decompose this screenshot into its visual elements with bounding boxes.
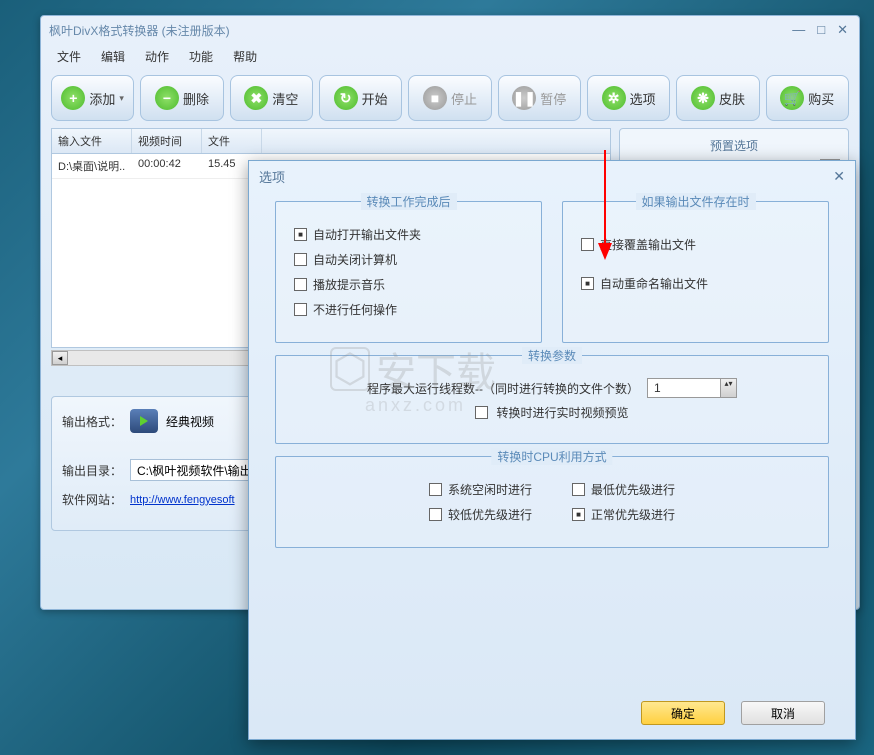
cb-realtime-preview[interactable]: [475, 406, 488, 419]
buy-button[interactable]: 🛒购买: [766, 75, 849, 121]
options-dialog: 选项 ✕ 转换工作完成后 自动打开输出文件夹 自动关闭计算机 播放提示音乐 不进…: [248, 160, 856, 740]
dialog-title: 选项: [259, 167, 285, 186]
titlebar: 枫叶DivX格式转换器 (未注册版本) — □ ✕: [41, 16, 859, 44]
refresh-icon: ↻: [334, 86, 358, 110]
ok-button[interactable]: 确定: [641, 701, 725, 725]
cb-cpu-lowest[interactable]: [572, 483, 585, 496]
cancel-button[interactable]: 取消: [741, 701, 825, 725]
cb-overwrite[interactable]: [581, 238, 594, 251]
skin-button[interactable]: ❋皮肤: [676, 75, 759, 121]
scroll-left-icon[interactable]: ◂: [52, 351, 68, 365]
clear-icon: ✖: [244, 86, 268, 110]
cb-cpu-normal[interactable]: [572, 508, 585, 521]
group-after-convert: 转换工作完成后 自动打开输出文件夹 自动关闭计算机 播放提示音乐 不进行任何操作: [275, 201, 542, 343]
start-button[interactable]: ↻开始: [319, 75, 402, 121]
minimize-icon[interactable]: —: [789, 22, 808, 38]
output-format-label: 输出格式：: [62, 413, 122, 430]
preset-title: 预置选项: [626, 135, 842, 156]
threads-spinner[interactable]: 1 ▴▾: [647, 378, 737, 398]
stop-icon: ■: [423, 86, 447, 110]
close-icon[interactable]: ✕: [834, 22, 851, 38]
th-time[interactable]: 视频时间: [132, 129, 202, 153]
cb-cpu-idle[interactable]: [429, 483, 442, 496]
th-input[interactable]: 输入文件: [52, 129, 132, 153]
plus-icon: +: [61, 86, 85, 110]
group-params: 转换参数 程序最大运行线程数--（同时进行转换的文件个数） 1 ▴▾ 转换时进行…: [275, 355, 829, 444]
menu-file[interactable]: 文件: [51, 46, 87, 66]
pause-icon: ❚❚: [512, 86, 536, 110]
cb-open-folder[interactable]: [294, 228, 307, 241]
group-cpu: 转换时CPU利用方式 系统空闲时进行 较低优先级进行 最低优先级进行 正常优先级…: [275, 456, 829, 548]
cb-do-nothing[interactable]: [294, 303, 307, 316]
tools-icon: ✲: [602, 86, 626, 110]
option-button[interactable]: ✲选项: [587, 75, 670, 121]
play-icon: [130, 409, 158, 433]
website-label: 软件网站：: [62, 491, 122, 508]
menu-action[interactable]: 动作: [139, 46, 175, 66]
menu-help[interactable]: 帮助: [227, 46, 263, 66]
website-link[interactable]: http://www.fengyesoft: [130, 494, 235, 506]
menu-edit[interactable]: 编辑: [95, 46, 131, 66]
cb-cpu-low[interactable]: [429, 508, 442, 521]
clear-button[interactable]: ✖清空: [230, 75, 313, 121]
maximize-icon[interactable]: □: [814, 22, 828, 38]
spinner-up-icon[interactable]: ▴▾: [720, 379, 736, 397]
cb-rename[interactable]: [581, 277, 594, 290]
apple-icon: ❋: [691, 86, 715, 110]
cb-play-sound[interactable]: [294, 278, 307, 291]
output-format-value[interactable]: 经典视频: [166, 413, 214, 430]
output-dir-label: 输出目录：: [62, 462, 122, 479]
threads-label: 程序最大运行线程数--（同时进行转换的文件个数）: [367, 380, 639, 397]
minus-icon: −: [155, 86, 179, 110]
add-button[interactable]: +添加▾: [51, 75, 134, 121]
cart-icon: 🛒: [780, 86, 804, 110]
window-title: 枫叶DivX格式转换器 (未注册版本): [49, 22, 230, 39]
pause-button[interactable]: ❚❚暂停: [498, 75, 581, 121]
delete-button[interactable]: −删除: [140, 75, 223, 121]
dialog-close-icon[interactable]: ✕: [833, 168, 845, 185]
menubar: 文件 编辑 动作 功能 帮助: [41, 44, 859, 68]
toolbar: +添加▾ −删除 ✖清空 ↻开始 ■停止 ❚❚暂停 ✲选项 ❋皮肤 🛒购买: [41, 68, 859, 128]
stop-button[interactable]: ■停止: [408, 75, 491, 121]
th-size[interactable]: 文件: [202, 129, 262, 153]
group-file-exists: 如果输出文件存在时 直接覆盖输出文件 自动重命名输出文件: [562, 201, 829, 343]
menu-function[interactable]: 功能: [183, 46, 219, 66]
cb-shutdown[interactable]: [294, 253, 307, 266]
